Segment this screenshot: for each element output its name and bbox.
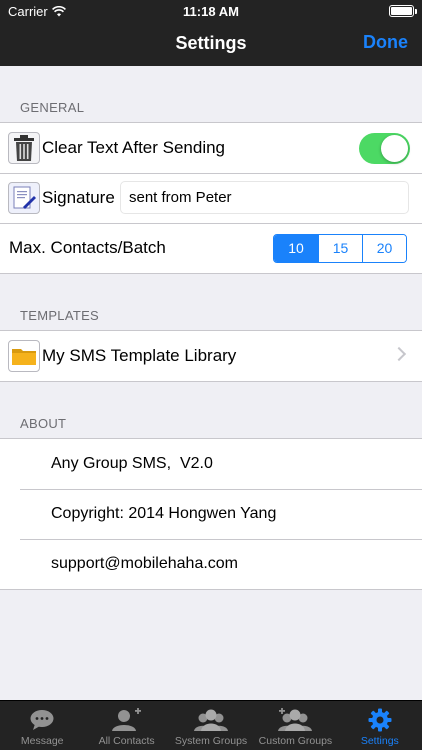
about-group: Any Group SMS, V2.0 Copyright: 2014 Hong… [0, 438, 422, 590]
clear-text-label: Clear Text After Sending [42, 138, 226, 157]
add-group-icon [278, 707, 313, 733]
template-library-label: My SMS Template Library [42, 346, 237, 365]
section-header-about: ABOUT [20, 416, 67, 431]
support-email-row[interactable]: support@mobilehaha.com [0, 539, 422, 589]
group-icon [194, 707, 229, 733]
app-version-text: Any Group SMS, V2.0 [51, 455, 213, 472]
add-contact-icon [111, 707, 143, 733]
signature-label: Signature [42, 188, 115, 207]
tab-label: System Groups [174, 735, 248, 747]
section-header-general: GENERAL [20, 100, 85, 115]
tab-label: All Contacts [98, 735, 155, 747]
support-email-text: support@mobilehaha.com [51, 555, 239, 572]
max-contacts-row: Max. Contacts/Batch 10 15 20 [0, 223, 422, 273]
tab-settings[interactable]: Settings [338, 701, 422, 750]
batch-option-10[interactable]: 10 [274, 235, 318, 262]
battery-icon [389, 5, 417, 17]
batch-size-segmented-control: 10 15 20 [273, 234, 407, 263]
section-header-templates: TEMPLATES [20, 308, 100, 323]
tab-label: Custom Groups [258, 735, 333, 747]
tab-label: Settings [360, 735, 399, 747]
copyright-row: Copyright: 2014 Hongwen Yang [0, 489, 422, 539]
signature-input[interactable] [120, 181, 409, 214]
chevron-right-icon [391, 346, 407, 362]
folder-icon [8, 340, 40, 372]
app-version-row: Any Group SMS, V2.0 [0, 439, 422, 489]
tab-all-contacts[interactable]: All Contacts [84, 701, 168, 750]
copyright-text: Copyright: 2014 Hongwen Yang [51, 505, 277, 522]
templates-group: My SMS Template Library [0, 330, 422, 382]
clear-text-toggle[interactable] [359, 133, 410, 164]
done-button[interactable]: Done [363, 32, 408, 53]
status-bar: Carrier 11:18 AM [0, 0, 422, 22]
tab-custom-groups[interactable]: Custom Groups [253, 701, 337, 750]
general-group: Clear Text After Sending Signature Max. … [0, 122, 422, 274]
signature-row: Signature [0, 173, 422, 223]
settings-content: GENERAL Clear Text After Sending Signatu… [0, 66, 422, 700]
batch-option-15[interactable]: 15 [318, 235, 362, 262]
tab-system-groups[interactable]: System Groups [169, 701, 253, 750]
toggle-knob [381, 135, 408, 162]
clear-text-row: Clear Text After Sending [0, 123, 422, 173]
top-bar: Carrier 11:18 AM Settings Done [0, 0, 422, 66]
trash-icon [8, 132, 40, 164]
tab-bar: Message All Contacts System Groups Custo… [0, 700, 422, 750]
page-title: Settings [175, 33, 247, 53]
tab-message[interactable]: Message [0, 701, 84, 750]
max-contacts-label: Max. Contacts/Batch [9, 238, 166, 257]
template-library-row[interactable]: My SMS Template Library [0, 331, 422, 381]
signature-icon [8, 182, 40, 214]
batch-option-20[interactable]: 20 [362, 235, 406, 262]
message-icon [29, 707, 55, 733]
tab-label: Message [20, 735, 64, 747]
gear-icon [368, 707, 392, 733]
status-time: 11:18 AM [183, 4, 239, 19]
